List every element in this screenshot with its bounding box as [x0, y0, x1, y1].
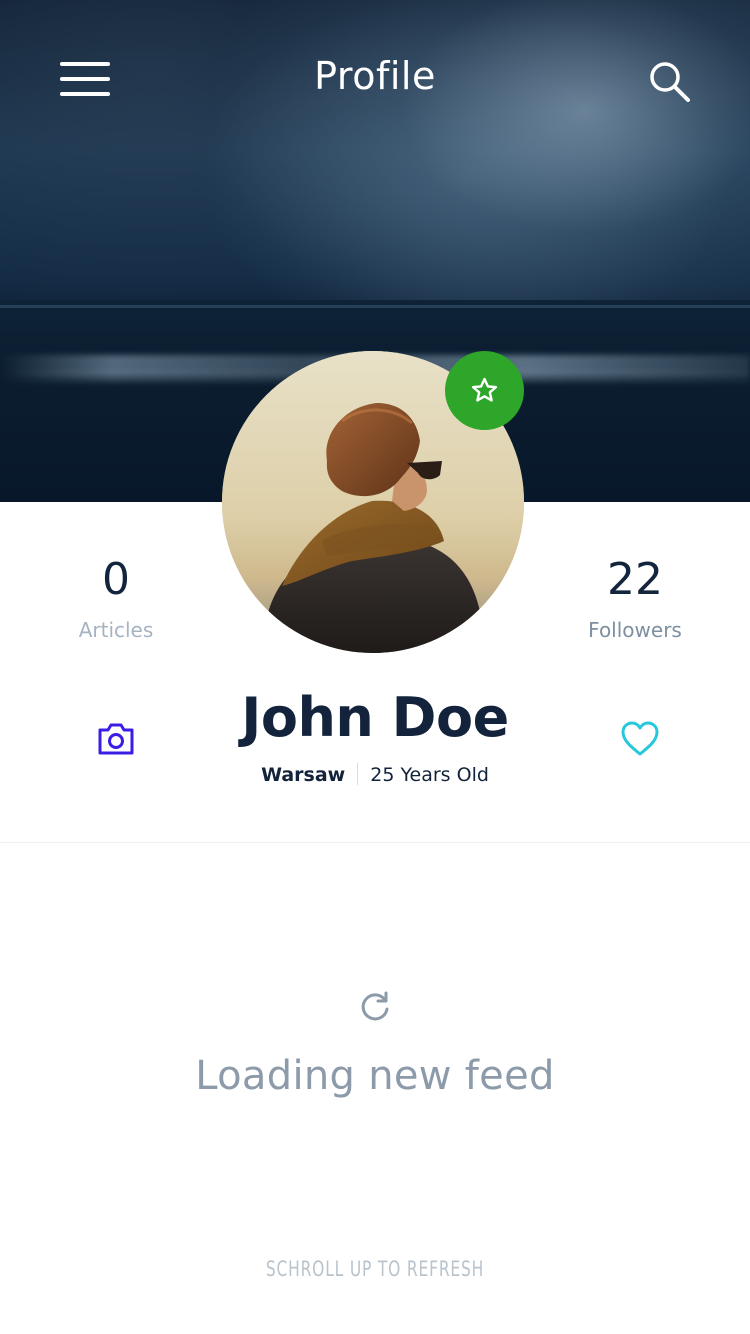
- camera-icon[interactable]: [96, 721, 136, 757]
- loading-feed-text: Loading new feed: [195, 1053, 555, 1099]
- cover-horizon: [0, 305, 750, 308]
- search-icon[interactable]: [648, 60, 692, 104]
- profile-screen: Profile 0 Articles 22 Followers John Doe…: [0, 0, 750, 1334]
- articles-label: Articles: [78, 618, 154, 642]
- profile-meta: Warsaw 25 Years Old: [175, 762, 575, 788]
- profile-age: 25 Years Old: [370, 764, 489, 786]
- heart-icon[interactable]: [620, 720, 660, 758]
- followers-stat[interactable]: 22 Followers: [525, 550, 745, 642]
- articles-count: 0: [102, 554, 130, 605]
- profile-name: John Doe: [241, 686, 509, 749]
- favorite-badge-button[interactable]: [445, 351, 524, 430]
- followers-count: 22: [607, 554, 663, 605]
- profile-city: Warsaw: [261, 764, 346, 786]
- refresh-icon[interactable]: [358, 990, 392, 1024]
- hamburger-menu-icon[interactable]: [60, 62, 110, 96]
- star-icon: [471, 377, 498, 402]
- followers-label: Followers: [588, 618, 682, 642]
- articles-stat[interactable]: 0 Articles: [6, 550, 226, 642]
- refresh-hint: SCHROLL UP TO REFRESH: [265, 1257, 485, 1281]
- meta-divider: [357, 763, 359, 785]
- top-bar: Profile: [0, 0, 750, 160]
- page-title: Profile: [314, 54, 436, 98]
- section-divider: [0, 842, 750, 843]
